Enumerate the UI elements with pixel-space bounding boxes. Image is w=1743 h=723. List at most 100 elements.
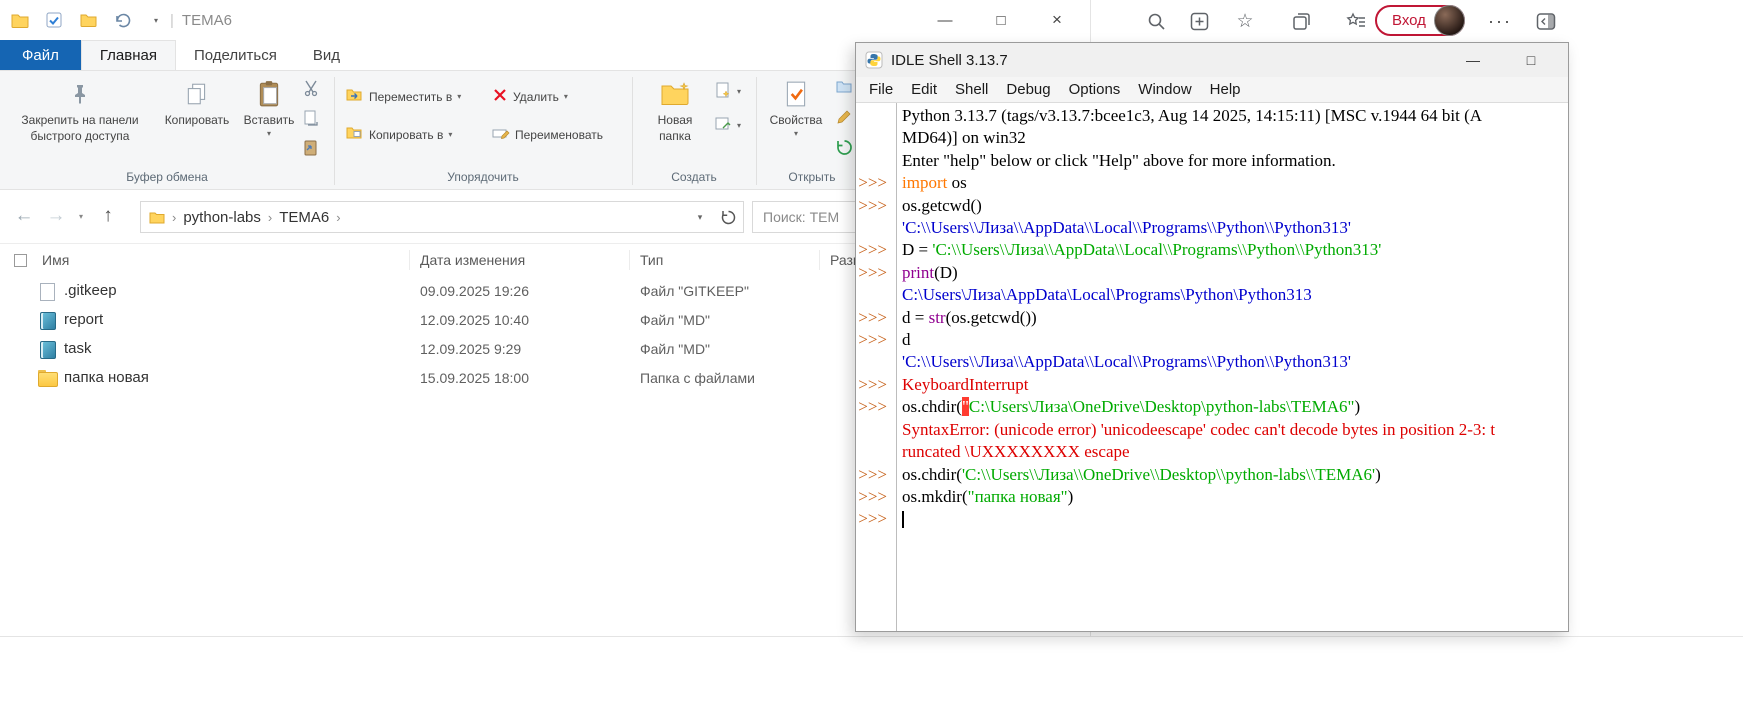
back-button[interactable]: ← <box>10 202 38 230</box>
search-icon[interactable] <box>1143 8 1169 34</box>
history-button[interactable] <box>836 139 853 159</box>
ribbon-divider <box>756 77 757 185</box>
qat-customize-dropdown-icon[interactable]: ▾ <box>146 10 166 30</box>
idle-shell-textarea[interactable]: Python 3.13.7 (tags/v3.13.7:bcee1c3, Aug… <box>856 103 1568 631</box>
shell-line: >>>os.chdir("C:\Users\Лиза\OneDrive\Desk… <box>856 396 1568 418</box>
select-all-checkbox[interactable] <box>0 250 36 270</box>
settings-menu-icon[interactable]: ··· <box>1487 8 1513 34</box>
breadcrumb-item-tema6[interactable]: TEMA6 <box>279 209 329 226</box>
delete-button[interactable]: Удалить ▾ <box>492 87 568 106</box>
idle-titlebar: IDLE Shell 3.13.7 — □ <box>856 43 1568 77</box>
move-to-icon <box>346 87 364 106</box>
explorer-close-button[interactable]: × <box>1034 0 1080 40</box>
shell-prompt <box>856 105 896 127</box>
column-header-name[interactable]: Имя <box>36 250 410 270</box>
idle-minimize-button[interactable]: — <box>1456 43 1490 77</box>
file-date: 12.09.2025 9:29 <box>410 341 630 357</box>
file-date: 09.09.2025 19:26 <box>410 283 630 299</box>
qat-undo-icon[interactable] <box>112 10 132 30</box>
shell-prompt <box>856 217 896 239</box>
sidebar-toggle-icon[interactable] <box>1533 8 1559 34</box>
new-folder-button[interactable]: Новая папка <box>640 73 710 143</box>
properties-button[interactable]: Свойства ▾ <box>762 73 830 138</box>
qat-properties-icon[interactable] <box>44 10 64 30</box>
favorites-star-icon[interactable]: ☆ <box>1232 8 1258 34</box>
address-dropdown-button[interactable]: ▾ <box>687 212 713 223</box>
copy-icon <box>184 77 210 111</box>
idle-menu-item[interactable]: Edit <box>902 77 946 103</box>
ribbon-tab[interactable]: Файл <box>0 40 81 70</box>
breadcrumb-chevron: › <box>172 210 176 225</box>
idle-shell-lines: Python 3.13.7 (tags/v3.13.7:bcee1c3, Aug… <box>856 105 1568 531</box>
shell-line: SyntaxError: (unicode error) 'unicodeesc… <box>856 419 1568 441</box>
new-item-button[interactable]: ▾ <box>714 81 741 102</box>
refresh-button[interactable] <box>713 202 743 232</box>
shell-line: Python 3.13.7 (tags/v3.13.7:bcee1c3, Aug… <box>856 105 1568 127</box>
file-name: папка новая <box>64 369 149 386</box>
open-icon <box>836 79 854 98</box>
column-header-type[interactable]: Тип <box>630 250 820 270</box>
copy-to-dropdown-icon: ▾ <box>448 130 452 139</box>
shell-prompt: >>> <box>856 464 896 486</box>
edit-button[interactable] <box>836 109 852 128</box>
recent-locations-dropdown[interactable]: ▾ <box>72 202 90 230</box>
group-label-new: Создать <box>632 170 756 184</box>
explorer-minimize-button[interactable]: — <box>922 0 968 40</box>
shell-prompt <box>856 284 896 306</box>
paste-shortcut-icon <box>302 139 320 160</box>
ribbon-tab[interactable]: Вид <box>295 40 358 70</box>
file-name: .gitkeep <box>64 282 117 299</box>
qat-new-folder-icon[interactable] <box>78 10 98 30</box>
column-header-date[interactable]: Дата изменения <box>410 250 630 270</box>
copy-path-button[interactable] <box>302 109 320 130</box>
file-type: Файл "MD" <box>630 341 820 357</box>
ribbon-tab[interactable]: Главная <box>81 40 176 70</box>
ribbon-tab[interactable]: Поделиться <box>176 40 295 70</box>
pin-to-quick-access-button[interactable]: Закрепить на панели быстрого доступа <box>6 73 154 143</box>
explorer-maximize-button[interactable]: □ <box>978 0 1024 40</box>
favorites-list-icon[interactable] <box>1343 8 1369 34</box>
paste-shortcut-button[interactable] <box>302 139 320 160</box>
ribbon-divider <box>632 77 633 185</box>
cut-button[interactable] <box>302 79 320 100</box>
shell-prompt: >>> <box>856 396 896 418</box>
shell-prompt: >>> <box>856 195 896 217</box>
file-date: 12.09.2025 10:40 <box>410 312 630 328</box>
group-label-clipboard: Буфер обмена <box>0 170 334 184</box>
copy-to-button[interactable]: Копировать в ▾ <box>346 125 452 144</box>
paste-button[interactable]: Вставить ▾ <box>238 73 300 138</box>
new-folder-icon <box>660 77 690 111</box>
properties-dropdown-icon: ▾ <box>794 129 798 138</box>
move-to-button[interactable]: Переместить в ▾ <box>346 87 461 106</box>
idle-menu-item[interactable]: Help <box>1201 77 1250 103</box>
up-button[interactable]: ↑ <box>94 202 122 230</box>
copy-button[interactable]: Копировать <box>158 73 236 127</box>
group-label-open: Открыть <box>756 170 868 184</box>
shell-prompt <box>856 419 896 441</box>
idle-menu-item[interactable]: Options <box>1060 77 1130 103</box>
forward-button[interactable]: → <box>42 202 70 230</box>
breadcrumb-item-python-labs[interactable]: python-labs <box>183 209 261 226</box>
idle-maximize-button[interactable]: □ <box>1514 43 1548 77</box>
easy-access-button[interactable]: ▾ <box>714 115 741 136</box>
address-bar[interactable]: › python-labs › TEMA6 › ▾ <box>140 201 744 233</box>
rename-button[interactable]: Переименовать <box>492 125 603 144</box>
idle-menu-item[interactable]: Debug <box>997 77 1059 103</box>
shell-prompt <box>856 127 896 149</box>
quick-access-toolbar: ▾ <box>0 10 166 30</box>
shell-prompt <box>856 351 896 373</box>
collections-icon[interactable] <box>1288 8 1314 34</box>
prompt-gutter-separator <box>896 103 897 631</box>
idle-menu-item[interactable]: File <box>860 77 902 103</box>
apps-grid-icon[interactable] <box>1186 8 1212 34</box>
scissors-icon <box>302 79 320 100</box>
open-button[interactable] <box>836 79 854 98</box>
shell-prompt: >>> <box>856 172 896 194</box>
signin-label: Вход <box>1392 12 1426 29</box>
shell-line: >>> <box>856 508 1568 530</box>
paste-icon <box>256 77 282 111</box>
signin-button[interactable]: Вход <box>1375 5 1465 36</box>
titlebar-separator: | <box>170 12 174 29</box>
idle-menu-item[interactable]: Window <box>1129 77 1200 103</box>
idle-menu-item[interactable]: Shell <box>946 77 997 103</box>
